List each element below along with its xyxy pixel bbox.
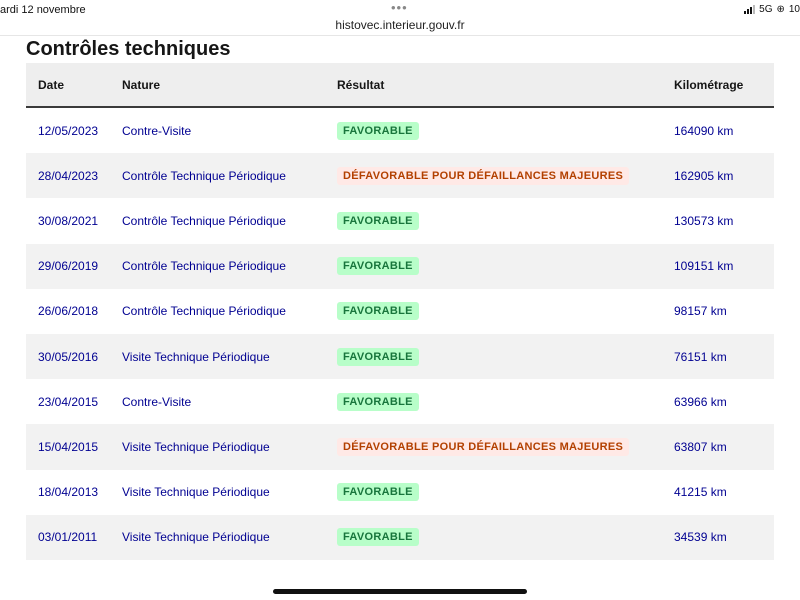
cell-date: 03/01/2011 [38, 530, 98, 545]
cell-nature: Visite Technique Périodique [122, 349, 270, 364]
cell-result: FAVORABLE [337, 121, 674, 140]
cell-result: DÉFAVORABLE POUR DÉFAILLANCES MAJEURES [337, 166, 674, 185]
cell-nature: Contrôle Technique Périodique [122, 168, 286, 183]
table-row: 28/04/2023 Contrôle Technique Périodique D… [26, 153, 774, 199]
table-row: 03/01/2011 Visite Technique Périodique FAV… [26, 514, 774, 560]
network-label: 5G [759, 4, 773, 15]
cell-result: FAVORABLE [337, 302, 674, 321]
table-body: 12/05/2023 Contre-Visite FAVORABLE 164090 k… [26, 108, 774, 560]
cell-date: 29/06/2019 [38, 259, 99, 274]
orientation-lock-icon: ⊕ [776, 4, 785, 15]
cell-km: 63966 km [674, 394, 727, 409]
cell-km: 98157 km [674, 304, 727, 319]
cell-nature: Contrôle Technique Périodique [122, 259, 286, 274]
status-badge: FAVORABLE [337, 392, 419, 411]
table-row: 12/05/2023 Contre-Visite FAVORABLE 164090 k… [26, 108, 774, 154]
cell-km: 109151 km [674, 259, 734, 274]
cell-result: FAVORABLE [337, 211, 674, 230]
technical-controls-table: Date Nature Résultat Kilométrage 12/05/2… [26, 63, 774, 560]
signal-icon [744, 5, 756, 14]
table-row: 26/06/2018 Contrôle Technique Périodique F… [26, 288, 774, 334]
cell-km: 162905 km [674, 168, 734, 183]
status-badge: FAVORABLE [337, 347, 419, 366]
status-badge: FAVORABLE [337, 257, 419, 276]
cell-result: FAVORABLE [337, 257, 674, 276]
table-row: 15/04/2015 Visite Technique Périodique DÉF… [26, 424, 774, 470]
table-row: 30/05/2016 Visite Technique Périodique FAV… [26, 333, 774, 380]
cell-date: 15/04/2015 [38, 439, 99, 454]
column-header-nature: Nature [122, 77, 161, 92]
status-badge: FAVORABLE [337, 302, 419, 321]
status-badge: FAVORABLE [337, 528, 419, 547]
home-indicator[interactable] [273, 589, 527, 594]
cell-date: 26/06/2018 [38, 304, 99, 319]
cell-result: DÉFAVORABLE POUR DÉFAILLANCES MAJEURES [337, 437, 674, 456]
cell-nature: Contrôle Technique Périodique [122, 304, 286, 319]
cell-nature: Visite Technique Périodique [122, 485, 270, 500]
status-badge: FAVORABLE [337, 121, 419, 140]
cell-date: 18/04/2013 [38, 485, 99, 500]
table-row: 29/06/2019 Contrôle Technique Périodique F… [26, 243, 774, 289]
table-row: 18/04/2013 Visite Technique Périodique FAV… [26, 469, 774, 515]
table-header: Date Nature Résultat Kilométrage [26, 63, 774, 108]
cell-date: 28/04/2023 [38, 168, 99, 183]
cell-nature: Contre-Visite [122, 394, 192, 409]
cell-nature: Contre-Visite [122, 123, 192, 138]
cell-date: 30/08/2021 [38, 213, 99, 228]
cell-nature: Visite Technique Périodique [122, 530, 270, 545]
battery-label: 10 [788, 4, 800, 15]
status-indicators: 5G ⊕ 10 [744, 4, 800, 15]
cell-km: 164090 km [674, 123, 734, 138]
cell-nature: Contrôle Technique Périodique [122, 213, 286, 228]
section-title: Contrôles techniques [26, 38, 231, 60]
status-badge: DÉFAVORABLE POUR DÉFAILLANCES MAJEURES [337, 166, 630, 185]
table-row: 30/08/2021 Contrôle Technique Périodique F… [26, 198, 774, 244]
cell-nature: Visite Technique Périodique [122, 439, 270, 454]
status-badge: FAVORABLE [337, 483, 419, 502]
cell-km: 76151 km [674, 349, 727, 364]
cell-km: 63807 km [674, 439, 727, 454]
status-badge: DÉFAVORABLE POUR DÉFAILLANCES MAJEURES [337, 437, 630, 456]
table-row: 23/04/2015 Contre-Visite FAVORABLE 63966 km [26, 379, 774, 425]
column-header-date: Date [38, 77, 65, 92]
cell-km: 130573 km [674, 213, 734, 228]
cell-km: 34539 km [674, 530, 727, 545]
browser-status-bar: ardi 12 novembre ••• histovec.interieur.… [0, 0, 800, 36]
cell-result: FAVORABLE [337, 483, 674, 502]
cell-result: FAVORABLE [337, 528, 674, 547]
cell-date: 30/05/2016 [38, 349, 99, 364]
address-bar-url[interactable]: histovec.interieur.gouv.fr [0, 18, 800, 32]
cell-result: FAVORABLE [337, 392, 674, 411]
more-options-icon[interactable]: ••• [391, 0, 408, 15]
cell-date: 12/05/2023 [38, 123, 99, 138]
cell-km: 41215 km [674, 485, 727, 500]
cell-result: FAVORABLE [337, 347, 674, 366]
column-header-result: Résultat [337, 77, 385, 92]
column-header-km: Kilométrage [674, 77, 744, 92]
cell-date: 23/04/2015 [38, 394, 99, 409]
status-badge: FAVORABLE [337, 211, 419, 230]
status-date: ardi 12 novembre [0, 4, 86, 16]
